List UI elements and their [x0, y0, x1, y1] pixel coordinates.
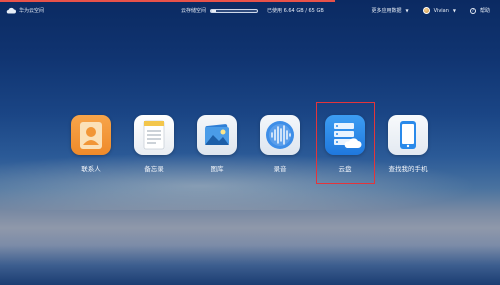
app-contacts[interactable]: 联系人 [61, 115, 121, 173]
app-label: 录音 [273, 165, 287, 173]
recorder-icon [260, 115, 300, 155]
app-find-phone[interactable]: 查找我的手机 [378, 115, 438, 173]
gallery-icon [197, 115, 237, 155]
app-label: 图库 [210, 165, 224, 173]
app-gallery[interactable]: 图库 [187, 115, 247, 173]
contacts-icon [71, 115, 111, 155]
app-notes[interactable]: 备忘录 [124, 115, 184, 173]
app-label: 联系人 [81, 165, 101, 173]
app-grid: 联系人 备忘录 图库 录音 云盘 查找我的手机 [0, 0, 500, 285]
app-label: 查找我的手机 [388, 165, 428, 173]
app-label: 备忘录 [144, 165, 164, 173]
highlight-box [316, 102, 375, 184]
find-phone-icon [388, 115, 428, 155]
app-recorder[interactable]: 录音 [250, 115, 310, 173]
notes-icon [134, 115, 174, 155]
